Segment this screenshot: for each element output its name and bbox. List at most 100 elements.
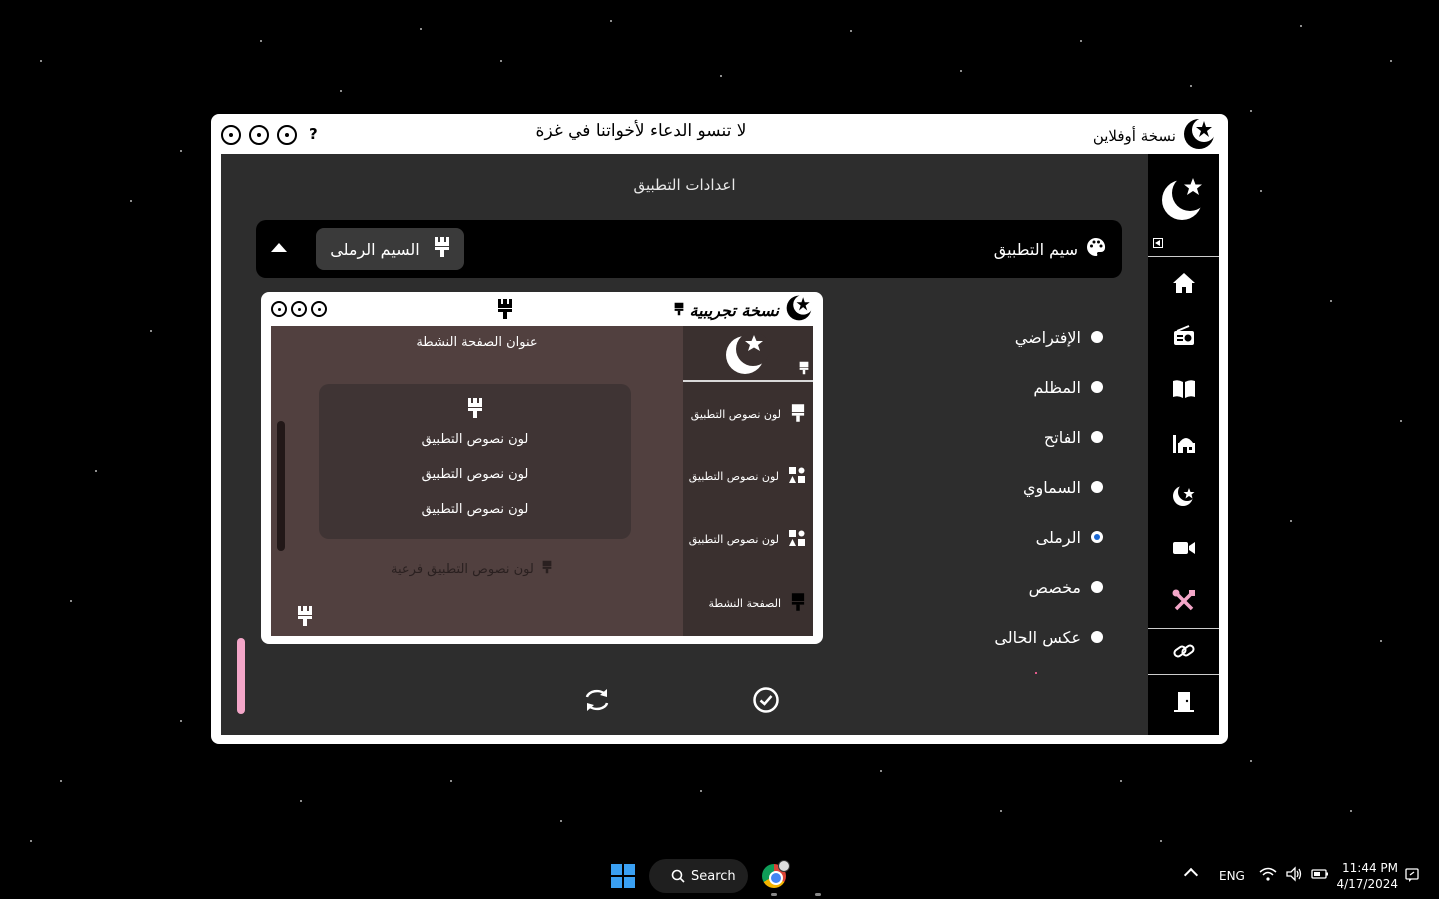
notification-icon[interactable]	[1404, 867, 1420, 887]
radio-button[interactable]	[1091, 331, 1103, 343]
divider	[1148, 674, 1219, 675]
app-window: ? لا تنسو الدعاء لأخواتنا في غزة نسخة أو…	[211, 114, 1228, 744]
preview-side-label: لون نصوص التطبيق	[690, 408, 781, 421]
preview-side-label: لون نصوص التطبيق	[688, 470, 779, 483]
selected-theme: السيم الرملى	[330, 239, 420, 259]
theme-option[interactable]: السماوي	[994, 462, 1103, 512]
preview-card-text: لون نصوص التطبيق	[421, 432, 529, 447]
search-label: Search	[691, 868, 736, 884]
title-bar: ? لا تنسو الدعاء لأخواتنا في غزة نسخة أو…	[211, 114, 1228, 154]
paint-brush-icon[interactable]	[791, 593, 805, 614]
preview-title-bar: نسخة تجريبية	[261, 292, 823, 326]
crescent-icon[interactable]	[1171, 482, 1197, 508]
star	[130, 200, 132, 202]
radio-icon[interactable]	[1171, 323, 1197, 349]
running-indicator	[815, 893, 821, 896]
time: 11:44 PM	[1342, 861, 1398, 875]
pattern-icon[interactable]	[789, 530, 805, 549]
theme-option-label: مخصص	[1028, 577, 1081, 597]
radio-button[interactable]	[1091, 381, 1103, 393]
start-button[interactable]	[611, 864, 635, 888]
star	[1400, 420, 1402, 422]
star	[960, 70, 962, 72]
star	[40, 60, 42, 62]
home-icon[interactable]	[1171, 270, 1197, 296]
paint-brush-icon[interactable]	[467, 398, 483, 422]
theme-dropdown[interactable]: السيم الرملى	[316, 228, 464, 270]
mosque-icon[interactable]	[1171, 429, 1197, 455]
theme-option[interactable]: المظلم	[994, 362, 1103, 412]
paint-brush-icon[interactable]	[791, 404, 805, 425]
radio-button[interactable]	[1091, 531, 1103, 543]
minimize-button[interactable]	[277, 125, 297, 145]
preview-card-text: لون نصوص التطبيق	[421, 502, 529, 517]
paint-brush-icon[interactable]	[799, 360, 809, 379]
star	[340, 90, 342, 92]
star	[1350, 810, 1352, 812]
preview-sub-text-row: لون نصوص التطبيق فرعية	[391, 560, 552, 578]
video-icon[interactable]	[1171, 535, 1197, 561]
system-tray[interactable]	[1259, 866, 1329, 882]
scrollbar-thumb[interactable]	[237, 638, 245, 714]
language-indicator[interactable]: ENG	[1219, 869, 1245, 883]
paint-brush-icon	[434, 237, 450, 261]
theme-option[interactable]: مخصص	[994, 562, 1103, 612]
window-controls	[221, 125, 297, 145]
radio-button[interactable]	[1091, 481, 1103, 493]
radio-button[interactable]	[1091, 431, 1103, 443]
exit-door-icon[interactable]	[1171, 689, 1197, 715]
sidebar	[1148, 154, 1219, 735]
theme-option-label: الإفتراضي	[1014, 327, 1081, 347]
divider	[683, 380, 813, 382]
date: 4/17/2024	[1336, 877, 1398, 891]
paint-brush-icon[interactable]	[674, 301, 684, 320]
reset-button[interactable]	[581, 684, 613, 716]
crescent-star-icon	[1182, 117, 1216, 155]
maximize-button[interactable]	[249, 125, 269, 145]
taskbar-search[interactable]: Search	[649, 859, 748, 893]
star	[420, 28, 422, 30]
help-button[interactable]: ?	[309, 125, 318, 143]
star	[610, 20, 612, 22]
paint-brush-icon[interactable]	[542, 560, 552, 578]
tools-icon[interactable]	[1171, 588, 1197, 614]
preview-side-item: لون نصوص التطبيق	[689, 530, 805, 549]
star	[560, 820, 562, 822]
close-button[interactable]	[221, 125, 241, 145]
volume-icon	[1286, 866, 1302, 882]
radio-button[interactable]	[1091, 581, 1103, 593]
chevron-up-icon[interactable]	[1183, 867, 1199, 883]
battery-icon	[1311, 869, 1328, 879]
theme-option[interactable]: الرملى	[994, 512, 1103, 562]
paint-brush-icon[interactable]	[297, 606, 313, 630]
theme-option[interactable]: الإفتراضي	[994, 312, 1103, 362]
crescent-star-icon	[723, 329, 771, 381]
star	[180, 720, 182, 722]
star	[60, 780, 62, 782]
theme-label-group: سيم التطبيق	[994, 237, 1106, 261]
theme-option[interactable]: الفاتح	[994, 412, 1103, 462]
star	[1390, 60, 1392, 62]
preview-close-icon	[271, 301, 287, 317]
preview-minimize-icon	[311, 301, 327, 317]
radio-button[interactable]	[1091, 631, 1103, 643]
check-circle-icon	[753, 687, 779, 713]
crescent-star-icon	[785, 294, 813, 326]
star	[260, 40, 262, 42]
theme-selector-bar: سيم التطبيق السيم الرملى	[256, 220, 1122, 278]
star	[1080, 40, 1082, 42]
preview-side-item: الصفحة النشطة	[709, 593, 805, 614]
preview-card: لون نصوص التطبيق لون نصوص التطبيق لون نص…	[319, 384, 631, 539]
sidebar-toggle-icon[interactable]	[1153, 238, 1163, 248]
chevron-up-icon[interactable]	[270, 239, 288, 258]
settings-panel: اعدادات التطبيق سيم التطبيق السيم الرملى…	[221, 154, 1148, 735]
link-icon[interactable]	[1171, 638, 1197, 664]
theme-option[interactable]: عكس الحالى	[994, 612, 1103, 662]
paint-brush-icon[interactable]	[497, 299, 513, 323]
star	[1330, 300, 1332, 302]
book-icon[interactable]	[1171, 376, 1197, 402]
theme-option-label: المظلم	[1033, 377, 1081, 397]
clock[interactable]: 11:44 PM 4/17/2024	[1336, 860, 1398, 892]
pattern-icon[interactable]	[789, 467, 805, 486]
apply-button[interactable]	[750, 684, 782, 716]
